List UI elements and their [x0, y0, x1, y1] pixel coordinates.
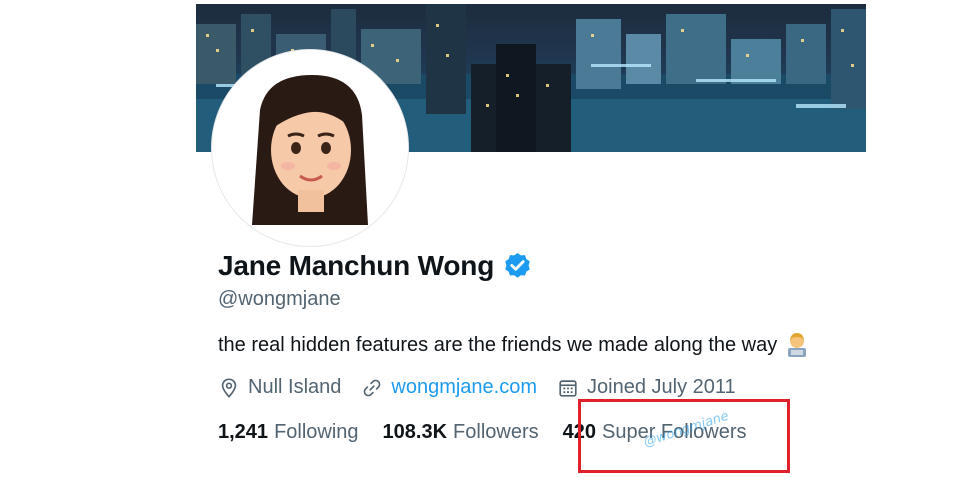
location-item: Null Island: [218, 376, 341, 399]
location-text: Null Island: [248, 376, 342, 398]
link-icon: [364, 379, 381, 396]
followers-label: Followers: [453, 421, 539, 443]
following-label: Following: [274, 421, 359, 443]
profile-meta: Null Island wongmjane.com Joined July 20…: [218, 376, 756, 399]
memoji-avatar-icon: [252, 75, 368, 225]
website-link[interactable]: wongmjane.com: [391, 376, 537, 399]
username-handle: @wongmjane: [218, 288, 341, 310]
followers-stat[interactable]: 108.3K Followers: [383, 421, 539, 444]
bio: the real hidden features are the friends…: [218, 331, 811, 359]
profile-name-row: Jane Manchun Wong: [218, 250, 533, 282]
joined-item: Joined July 2011: [557, 376, 736, 399]
location-pin-icon: [221, 377, 237, 398]
woman-technologist-emoji-icon: [788, 333, 807, 357]
followers-count: 108.3K: [382, 421, 448, 443]
avatar[interactable]: [212, 50, 408, 246]
joined-text: Joined July 2011: [587, 376, 736, 398]
bio-text: the real hidden features are the friends…: [218, 333, 778, 356]
following-stat[interactable]: 1,241 Following: [218, 421, 359, 444]
verified-badge-icon[interactable]: [502, 251, 533, 282]
display-name: Jane Manchun Wong: [218, 250, 495, 281]
calendar-icon: [559, 379, 577, 397]
website-item[interactable]: wongmjane.com: [361, 376, 537, 399]
following-count: 1,241: [218, 421, 269, 443]
